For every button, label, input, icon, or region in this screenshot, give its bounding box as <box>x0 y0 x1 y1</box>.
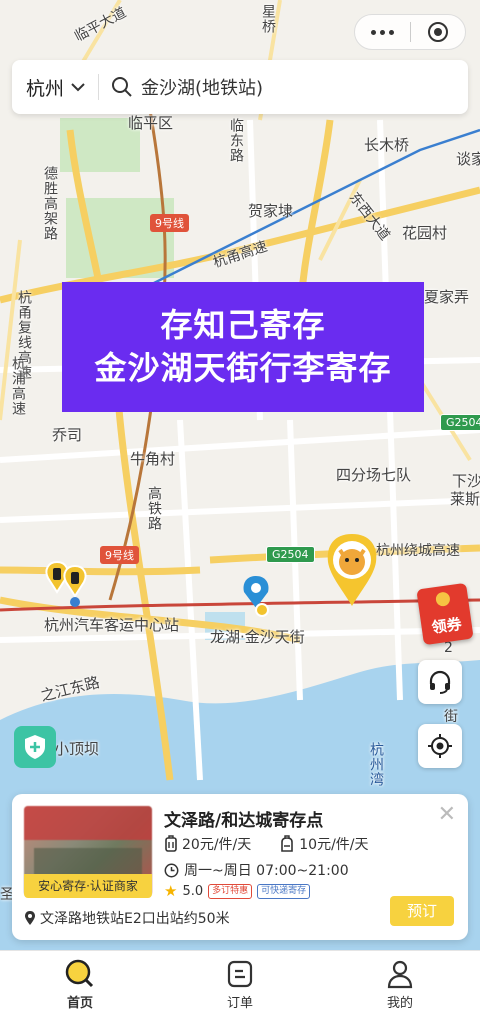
map-label: 四分场七队 <box>336 466 412 484</box>
customer-service-button[interactable] <box>418 660 462 704</box>
banner-line-2: 金沙湖天街行李寄存 <box>94 349 392 387</box>
map-label: 龙湖·金沙天街 <box>210 628 305 646</box>
tab-home-label: 首页 <box>66 995 93 1011</box>
locate-crosshair-icon <box>428 734 452 758</box>
store-address: 文泽路地铁站E2口出站约50米 <box>24 908 230 928</box>
express-tag: 可快递寄存 <box>257 883 311 899</box>
map-label: 德胜高架路 <box>42 166 58 241</box>
map-label: 街 <box>444 709 458 725</box>
price-row: 20元/件/天 10元/件/天 <box>164 834 369 854</box>
city-selector[interactable]: 杭州 <box>26 74 86 101</box>
map-label: 星桥 <box>260 4 276 34</box>
tab-profile[interactable]: 我的 <box>320 951 480 1018</box>
highway-shield: G2504 <box>440 414 480 431</box>
tab-profile-label: 我的 <box>386 995 413 1011</box>
chevron-down-icon <box>71 83 85 92</box>
map-label: 杭浦高速 <box>10 356 26 416</box>
bottom-tab-bar: 首页 订单 我的 <box>0 950 480 1018</box>
address-text: 文泽路地铁站E2口出站约50米 <box>40 911 230 927</box>
metro-line-shield: 9号线 <box>100 546 139 564</box>
price-bag: 10元/件/天 <box>299 837 369 853</box>
location-pin-small-icon <box>25 911 35 925</box>
discount-tag: 多订特惠 <box>208 883 253 899</box>
backpack-icon <box>281 835 294 852</box>
home-search-icon <box>65 959 94 987</box>
store-tiger-pin-icon[interactable] <box>324 532 380 610</box>
coupon-label: 领券 <box>430 614 463 637</box>
headset-icon <box>429 670 451 694</box>
order-list-icon <box>227 960 253 987</box>
mini-program-capsule <box>354 14 466 50</box>
storage-pin-icon[interactable] <box>42 558 92 610</box>
tab-orders[interactable]: 订单 <box>160 951 320 1018</box>
tab-home[interactable]: 首页 <box>0 951 160 1018</box>
coupon-button[interactable]: 领券 <box>416 582 474 646</box>
book-button[interactable]: 预订 <box>390 896 454 926</box>
map-label: 杭州绕城高速 <box>376 543 460 559</box>
map-label: 小顶坝 <box>54 740 100 758</box>
banner-line-1: 存知己寄存 <box>160 305 326 344</box>
suitcase-icon <box>165 835 177 852</box>
metro-line-shield: 9号线 <box>150 214 189 232</box>
map-label: 贺家埭 <box>248 202 294 220</box>
search-bar: 杭州 金沙湖(地铁站) <box>12 60 468 114</box>
clock-icon <box>164 863 179 877</box>
rating-row: ★ 5.0 多订特惠 可快递寄存 <box>164 882 311 900</box>
rating-value: 5.0 <box>182 883 204 899</box>
hours-text: 周一~周日 07:00~21:00 <box>184 863 349 879</box>
map-label: 临平区 <box>128 114 174 132</box>
map-label: 临东路 <box>228 118 244 163</box>
shield-plus-icon <box>25 735 45 759</box>
close-card-button[interactable]: ✕ <box>438 802 456 827</box>
store-title: 文泽路/和达城寄存点 <box>164 811 324 831</box>
map-label: 高铁路 <box>146 486 162 531</box>
search-icon <box>112 77 132 97</box>
certified-badge: 安心寄存·认证商家 <box>24 874 152 898</box>
map-label: 夏家弄 <box>424 288 470 306</box>
map-label: 杭州汽车客运中心站 <box>44 616 180 634</box>
location-pin-icon[interactable] <box>238 574 274 620</box>
map-label: 莱斯 <box>450 490 480 508</box>
close-mini-program-button[interactable] <box>411 21 466 43</box>
map-label: 2 <box>444 640 453 656</box>
search-input[interactable]: 金沙湖(地铁站) <box>141 74 263 100</box>
map-label: 乔司 <box>52 426 83 444</box>
city-name: 杭州 <box>26 77 65 100</box>
map-label: 长木桥 <box>364 136 410 154</box>
user-profile-icon <box>387 960 413 988</box>
target-circle-icon <box>427 22 448 42</box>
coin-icon <box>435 591 451 608</box>
map-label: 花园村 <box>402 224 448 242</box>
price-suitcase: 20元/件/天 <box>182 837 252 853</box>
map-label: 牛角村 <box>130 450 176 468</box>
star-icon: ★ <box>164 882 178 900</box>
more-menu-button[interactable] <box>355 29 410 35</box>
opening-hours: 周一~周日 07:00~21:00 <box>164 860 349 880</box>
insurance-shield-button[interactable] <box>14 726 56 768</box>
promo-banner: 存知己寄存 金沙湖天街行李寄存 <box>62 282 424 412</box>
locate-me-button[interactable] <box>418 724 462 768</box>
tab-orders-label: 订单 <box>226 995 253 1011</box>
map-label: 杭州湾 <box>368 742 384 787</box>
store-card[interactable]: 安心寄存·认证商家 文泽路/和达城寄存点 ✕ 20元/件/天 10元/件/天 周… <box>12 794 468 940</box>
highway-shield: G2504 <box>266 546 315 563</box>
map-label: 谈家 <box>456 150 480 168</box>
